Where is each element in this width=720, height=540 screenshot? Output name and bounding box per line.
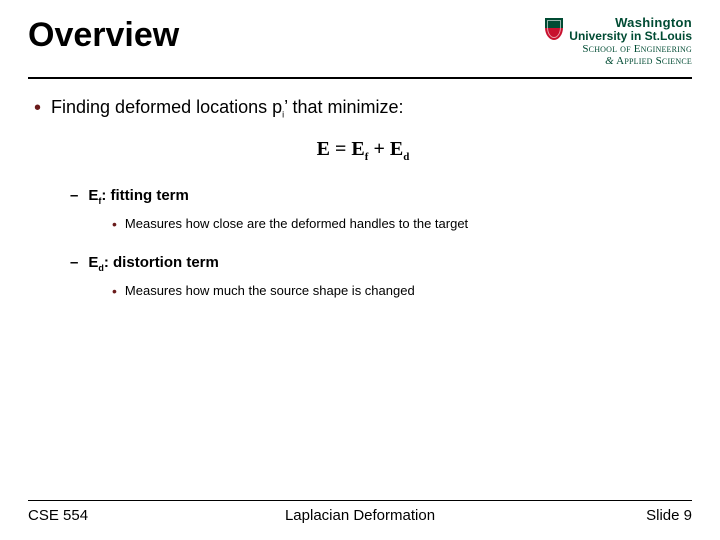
dash-icon: – [70, 187, 78, 206]
footer-course: CSE 554 [28, 507, 88, 524]
bullet-dot-icon: • [34, 97, 41, 120]
university-name: Washington University in St.Louis [569, 16, 692, 42]
footer: CSE 554 Laplacian Deformation Slide 9 [28, 500, 692, 524]
bullet-dot-icon: • [112, 216, 117, 232]
bullet1-text: Finding deformed locations pi’ that mini… [51, 97, 404, 120]
footer-slide-number: Slide 9 [646, 507, 692, 524]
bullet-dot-icon: • [112, 283, 117, 299]
header-row: Overview Washington University in St.Lou… [28, 16, 692, 67]
bullet-level1: • Finding deformed locations pi’ that mi… [34, 97, 692, 120]
term1-desc: Measures how close are the deformed hand… [125, 216, 468, 232]
term2-desc: Measures how much the source shape is ch… [125, 283, 415, 299]
slide-title: Overview [28, 16, 179, 55]
bullet-level2: – Ed: distortion term [70, 254, 692, 273]
wustl-logo: Washington University in St.Louis School… [545, 16, 692, 67]
bullet-level3: • Measures how much the source shape is … [112, 283, 692, 299]
term2-label: Ed: distortion term [88, 254, 219, 273]
content-area: • Finding deformed locations pi’ that mi… [28, 97, 692, 299]
title-rule [28, 77, 692, 79]
school-name: School of Engineering & Applied Science [545, 44, 692, 67]
bullet-level3: • Measures how close are the deformed ha… [112, 216, 692, 232]
dash-icon: – [70, 254, 78, 273]
footer-topic: Laplacian Deformation [28, 507, 692, 524]
term1-label: Ef: fitting term [88, 187, 189, 206]
shield-icon [545, 18, 563, 40]
equation: E = Ef + Ed [34, 138, 692, 163]
bullet-level2: – Ef: fitting term [70, 187, 692, 206]
